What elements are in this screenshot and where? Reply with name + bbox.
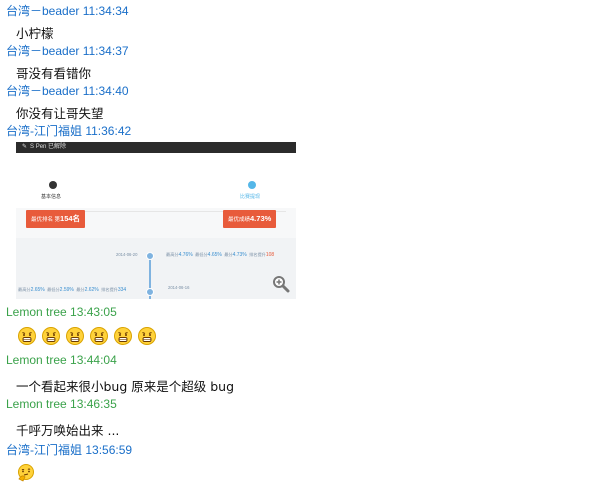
- zoom-in-icon[interactable]: [272, 275, 290, 293]
- stat-value: 4.76%: [178, 252, 193, 258]
- stat-value: 4.73%: [232, 252, 247, 258]
- message-header: Lemon tree 13:44:04: [6, 353, 117, 367]
- timeline-node: [146, 252, 154, 260]
- message-header: 台湾－beader 11:34:34: [6, 2, 129, 19]
- grinning-face-icon: [18, 327, 36, 345]
- timestamp: 13:43:05: [70, 305, 117, 319]
- stat-label: 最分: [76, 287, 85, 292]
- stat-value: 2.62%: [84, 287, 99, 293]
- stat-value: 4.65%: [207, 252, 222, 258]
- step-label-left: 基本信息: [41, 194, 62, 200]
- message-text: 千呼万唤始出来 ...: [16, 423, 120, 438]
- stat-value: 108: [265, 252, 275, 258]
- pen-icon: ✎: [22, 144, 28, 150]
- timestamp: 13:46:35: [70, 397, 117, 411]
- badge-value: 154名: [60, 214, 81, 223]
- sender-name: 台湾-江门福姐: [6, 124, 82, 138]
- grinning-face-icon: [138, 327, 156, 345]
- stat-row-top: 最高分4.76% 最低分4.65% 最分4.73% 排名提升108: [166, 252, 274, 258]
- stat-row-bottom: 最高分2.65% 最低分2.59% 最分2.62% 排名提升334: [18, 287, 126, 293]
- screenshot-steps: 基本信息 比赛提现: [16, 153, 296, 212]
- screenshot-topbar: ✎ S Pen 已解除: [16, 142, 296, 153]
- timestamp: 11:34:34: [82, 4, 129, 18]
- stat-label: 排名提升: [249, 252, 266, 257]
- sender-name: Lemon tree: [6, 305, 67, 319]
- timestamp: 13:44:04: [70, 353, 117, 367]
- timestamp: 11:34:40: [82, 84, 129, 98]
- step-dot-left: [49, 181, 57, 189]
- message-text: 你没有让哥失望: [16, 106, 104, 121]
- grinning-face-icon: [114, 327, 132, 345]
- stat-value: 2.65%: [30, 287, 45, 293]
- badge-label: 最优成绩: [228, 217, 251, 223]
- message-header: 台湾－beader 11:34:40: [6, 82, 129, 99]
- message-text: 哥没有看错你: [16, 66, 92, 81]
- stat-label: 最高分: [166, 252, 179, 257]
- stat-label: 最高分: [18, 287, 31, 292]
- sender-name: Lemon tree: [6, 397, 67, 411]
- message-header: 台湾-江门福姐 13:56:59: [6, 441, 132, 458]
- stat-label: 最分: [224, 252, 233, 257]
- timeline-node: [146, 288, 154, 296]
- timestamp: 11:36:42: [85, 124, 132, 138]
- message-header: Lemon tree 13:46:35: [6, 397, 117, 411]
- stat-label: 排名提升: [101, 287, 118, 292]
- grinning-face-icon: [66, 327, 84, 345]
- message-text: 小柠檬: [16, 26, 54, 41]
- stat-value: 334: [117, 287, 127, 293]
- sender-name: 台湾-江门福姐: [6, 443, 82, 457]
- message-header: 台湾－beader 11:34:37: [6, 42, 129, 59]
- timestamp: 13:56:59: [85, 443, 133, 457]
- message-text: 一个看起来很小bug 原来是个超级 bug: [16, 379, 235, 394]
- sender-name: 台湾－beader: [6, 44, 80, 58]
- timeline-date: 2014-06-16: [168, 285, 190, 290]
- message-header: Lemon tree 13:43:05: [6, 305, 117, 319]
- badge-label: 最优排名 第: [31, 217, 61, 223]
- step-dot-right: [248, 181, 256, 189]
- best-score-badge: 最优成绩4.73%: [223, 210, 277, 228]
- shared-screenshot-image[interactable]: ✎ S Pen 已解除 基本信息 比赛提现 最优排名 第154名 最优成绩4.73…: [16, 142, 296, 299]
- step-label-right: 比赛提现: [240, 194, 261, 200]
- grinning-face-icon: [90, 327, 108, 345]
- stat-label: 最低分: [195, 252, 208, 257]
- badge-value: 4.73%: [250, 214, 272, 223]
- topbar-text: S Pen 已解除: [30, 144, 67, 150]
- grinning-face-icon: [42, 327, 60, 345]
- stat-value: 2.59%: [59, 287, 74, 293]
- timestamp: 11:34:37: [82, 44, 129, 58]
- sender-name: 台湾－beader: [6, 84, 80, 98]
- stat-label: 最低分: [47, 287, 60, 292]
- sender-name: 台湾－beader: [6, 4, 80, 18]
- sender-name: Lemon tree: [6, 353, 67, 367]
- best-rank-badge: 最优排名 第154名: [26, 210, 86, 228]
- message-header: 台湾-江门福姐 11:36:42: [6, 122, 131, 139]
- thinking-face-icon: [18, 464, 34, 482]
- timeline-date: 2014-06-20: [116, 252, 138, 257]
